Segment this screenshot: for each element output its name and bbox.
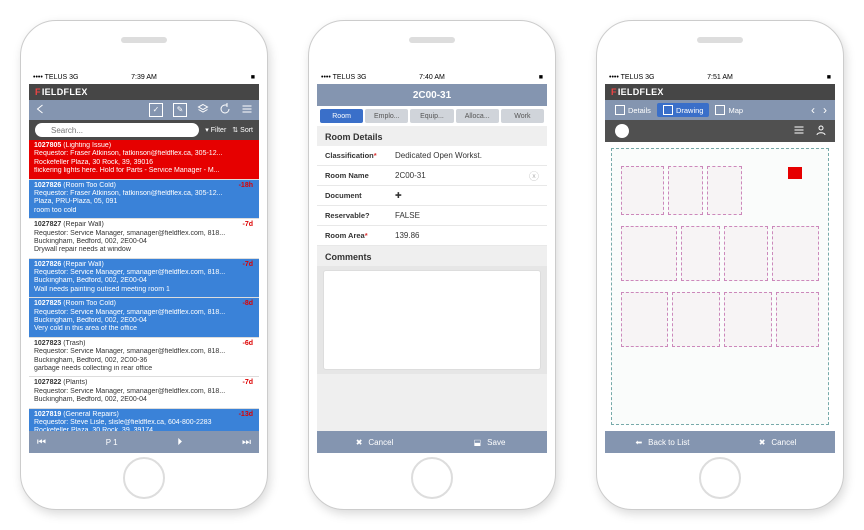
brand-header: FIELDFLEX (29, 84, 259, 100)
phone-floorplan: •••• TELUS 3G7:51 AM■ FIELDFLEX DetailsD… (596, 20, 844, 510)
map-icon (715, 105, 725, 115)
layers-icon[interactable] (197, 103, 209, 118)
phone-work-orders: •••• TELUS 3G7:39 AM■ FIELDFLEX ✓ ✎ ▾ Fi… (20, 20, 268, 510)
page-next-icon[interactable]: ⏵ (177, 437, 182, 448)
ios-status-bar: •••• TELUS 3G7:51 AM■ (605, 71, 835, 84)
brand-glyph: F (35, 87, 41, 97)
close-icon: ✖ (356, 438, 363, 447)
clear-icon[interactable]: ⓧ (529, 168, 539, 183)
room-title: 2C00-31 (413, 90, 451, 101)
field-classification[interactable]: Classification*Dedicated Open Workst. (317, 146, 547, 166)
cancel-button[interactable]: ✖Cancel (317, 438, 432, 447)
room-form: Classification*Dedicated Open Workst.Roo… (317, 146, 547, 246)
checklist-icon[interactable]: ✓ (149, 103, 163, 117)
page-last-icon[interactable]: ⏭ (242, 437, 251, 448)
tab-work[interactable]: Work (501, 109, 544, 123)
field-reservable-[interactable]: Reservable?FALSE (317, 206, 547, 226)
floorplan-footer: ⬅Back to List ✖Cancel (605, 431, 835, 453)
phone-room-details: •••• TELUS 3G7:40 AM■ 2C00-31 RoomEmplo.… (308, 20, 556, 510)
work-order-list[interactable]: 1027805 (Lighting Issue)Requestor: Frase… (29, 140, 259, 431)
back-to-list-button[interactable]: ⬅Back to List (605, 438, 720, 447)
tab-emplo[interactable]: Emplo... (365, 109, 408, 123)
floorplan-canvas[interactable] (605, 142, 835, 431)
work-order-row[interactable]: -7d1027826 (Repair Wall)Requestor: Servi… (29, 259, 259, 299)
page-first-icon[interactable]: ⏮ (37, 437, 46, 448)
work-order-row[interactable]: -7d1027827 (Repair Wall)Requestor: Servi… (29, 219, 259, 259)
work-order-row[interactable]: -7d1027822 (Plants)Requestor: Service Ma… (29, 377, 259, 408)
selected-room-marker[interactable] (788, 167, 802, 179)
location-pill[interactable] (615, 124, 629, 138)
section-comments: Comments (317, 246, 547, 266)
details-icon (615, 105, 625, 115)
work-order-row[interactable]: -8d1027825 (Room Too Cold)Requestor: Ser… (29, 298, 259, 338)
detail-tabs: RoomEmplo...Equip...Alloca...Work (317, 106, 547, 126)
chevron-left-icon[interactable]: ‹ (807, 103, 819, 117)
page-indicator: P 1 (106, 438, 118, 447)
save-button[interactable]: ⬓Save (432, 438, 547, 447)
filter-button[interactable]: ▾ Filter (205, 126, 226, 134)
search-row: ▾ Filter ⇅ Sort (29, 120, 259, 140)
refresh-icon[interactable] (219, 103, 231, 118)
comments-textarea[interactable] (323, 270, 541, 370)
cancel-button[interactable]: ✖Cancel (720, 438, 835, 447)
save-icon: ⬓ (474, 438, 482, 447)
back-icon: ⬅ (635, 438, 642, 447)
chevron-right-icon[interactable]: › (819, 103, 831, 117)
view-segment-bar: DetailsDrawingMap ‹ › (605, 100, 835, 120)
brand-header: FIELDFLEX (605, 84, 835, 100)
work-order-row[interactable]: -13d1027819 (General Repairs)Requestor: … (29, 409, 259, 431)
main-toolbar: ✓ ✎ (29, 100, 259, 120)
location-bar (605, 120, 835, 142)
edit-icon[interactable]: ✎ (173, 103, 187, 117)
user-icon[interactable] (815, 124, 827, 139)
field-room-name[interactable]: Room Name2C00-31ⓧ (317, 166, 547, 186)
work-order-row[interactable]: -18h1027826 (Room Too Cold)Requestor: Fr… (29, 180, 259, 220)
tab-equip[interactable]: Equip... (410, 109, 453, 123)
detail-footer: ✖Cancel ⬓Save (317, 431, 547, 453)
detail-header: 2C00-31 (317, 84, 547, 106)
work-order-row[interactable]: -6d1027823 (Trash)Requestor: Service Man… (29, 338, 259, 378)
ios-status-bar: •••• TELUS 3G7:40 AM■ (317, 71, 547, 84)
seg-drawing[interactable]: Drawing (657, 103, 710, 117)
back-icon[interactable] (35, 103, 47, 118)
tab-room[interactable]: Room (320, 109, 363, 123)
sort-button[interactable]: ⇅ Sort (232, 126, 253, 134)
ios-status-bar: •••• TELUS 3G7:39 AM■ (29, 71, 259, 84)
seg-map[interactable]: Map (709, 103, 749, 117)
field-room-area[interactable]: Room Area*139.86 (317, 226, 547, 246)
menu-icon[interactable] (241, 103, 253, 118)
pager-bar: ⏮ P 1 ⏵ ⏭ (29, 431, 259, 453)
drawing-icon (663, 105, 673, 115)
field-document[interactable]: Document✚ (317, 186, 547, 206)
hamburger-icon[interactable] (793, 124, 805, 139)
seg-details[interactable]: Details (609, 103, 657, 117)
section-room-details: Room Details (317, 126, 547, 146)
brand-glyph: F (611, 87, 617, 97)
close-icon: ✖ (759, 438, 766, 447)
search-input[interactable] (35, 123, 199, 137)
tab-alloca[interactable]: Alloca... (456, 109, 499, 123)
work-order-row[interactable]: 1027805 (Lighting Issue)Requestor: Frase… (29, 140, 259, 180)
